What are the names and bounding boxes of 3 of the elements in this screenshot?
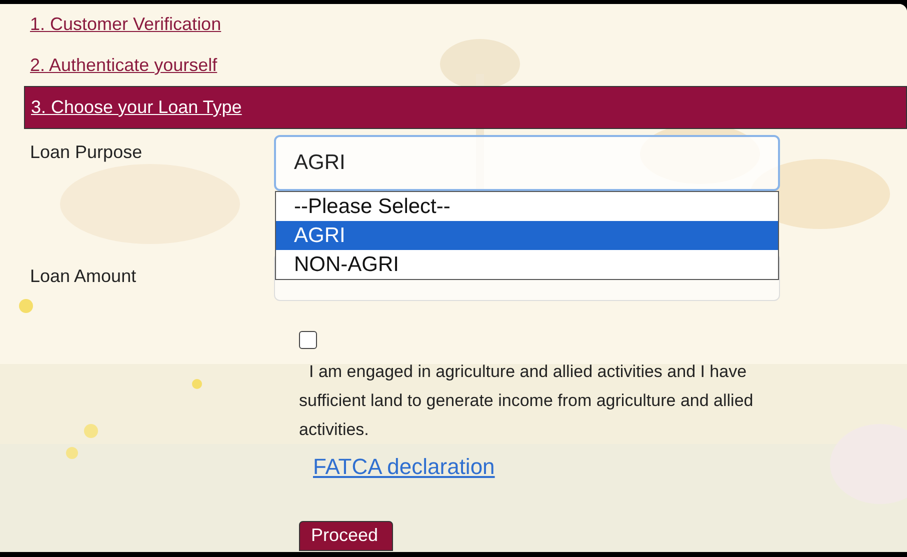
field-label: Loan Amount — [30, 266, 136, 286]
declaration-text: I am engaged in agriculture and allied activities and I have sufficient land to generate income from agriculture and allied activities. — [299, 361, 754, 441]
field-label: Loan Purpose — [30, 142, 142, 162]
